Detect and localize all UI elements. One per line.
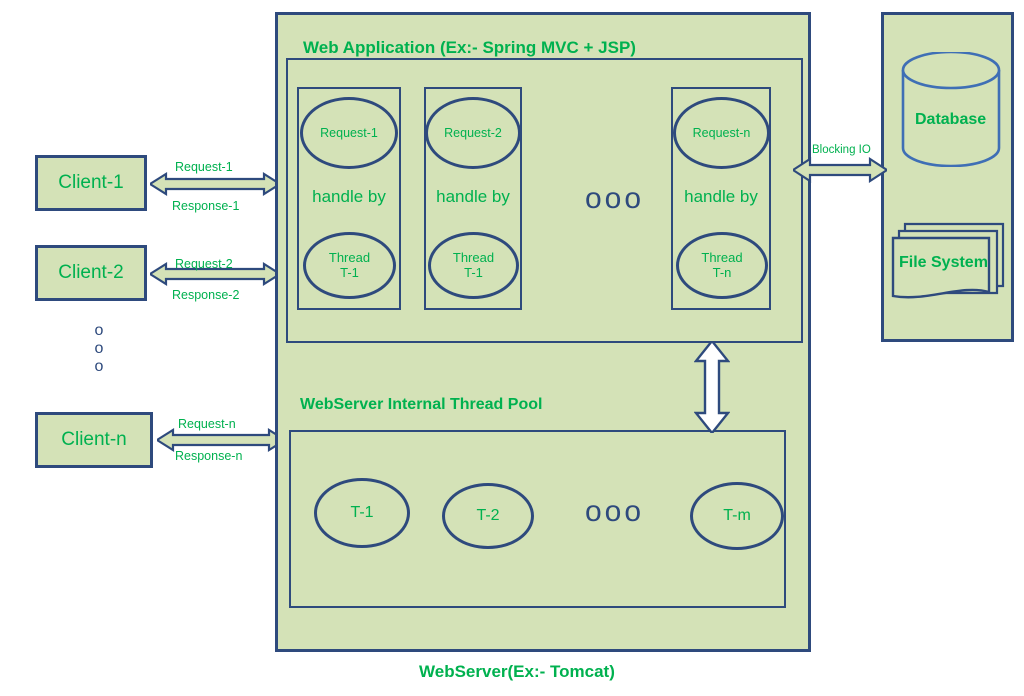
handle-by-label-2: handle by [436,187,510,206]
webapp-threadpool-arrow [694,341,730,433]
database-label: Database [915,111,987,128]
request-label-unit-2: Request-2 [444,126,502,140]
handle-by-label-1: handle by [312,187,386,206]
request-label-unit-1: Request-1 [320,126,378,140]
request-label-unit-n: Request-n [692,126,751,140]
client-label-2: Client-2 [58,262,124,283]
pool-thread-label-2: T-2 [476,507,500,524]
response-label-2: Response-2 [172,288,240,302]
file-system-label: File System [899,254,988,271]
web-application-ellipsis: ooo [585,182,645,215]
client-label-1: Client-1 [58,172,124,193]
diagram-canvas: Client-1 Client-2 o o o Client-n Request… [0,0,1024,696]
pool-thread-label-1: T-1 [350,504,374,521]
thread-word-1: Thread [328,249,371,265]
thread-pool-title: WebServer Internal Thread Pool [300,396,543,413]
client-ellipsis-dot-3: o [94,358,104,375]
web-application-title: Web Application (Ex:- Spring MVC + JSP) [303,38,636,57]
database-icon [901,52,1001,167]
client-box-1: Client-1 [35,155,147,211]
client-label-n: Client-n [61,429,127,450]
thread-id-n: T-n [712,264,732,280]
client-arrow-1 [150,172,280,196]
client-ellipsis-dot-2: o [94,340,104,357]
thread-pool-ellipsis: ooo [585,495,645,528]
client-box-2: Client-2 [35,245,147,301]
pool-thread-label-m: T-m [723,507,751,524]
client-vertical-ellipsis: o o o [88,322,110,376]
request-label-2: Request-2 [175,257,233,271]
response-label-1: Response-1 [172,199,240,213]
thread-label-unit-2: Thread T-1 [428,232,519,299]
thread-label-unit-n: Thread T-n [676,232,768,299]
response-label-n: Response-n [175,449,243,463]
thread-label-unit-1: Thread T-1 [303,232,396,299]
request-label-n: Request-n [178,417,236,431]
webserver-caption: WebServer(Ex:- Tomcat) [419,662,615,681]
request-label-1: Request-1 [175,160,233,174]
blocking-io-label: Blocking IO [812,144,871,156]
thread-word-2: Thread [452,249,495,265]
thread-id-2: T-1 [464,264,483,280]
blocking-io-arrow [793,157,887,183]
thread-word-n: Thread [701,249,743,265]
thread-id-1: T-1 [340,264,359,280]
client-box-n: Client-n [35,412,153,468]
client-ellipsis-dot-1: o [94,322,104,339]
handle-by-label-n: handle by [684,187,758,206]
